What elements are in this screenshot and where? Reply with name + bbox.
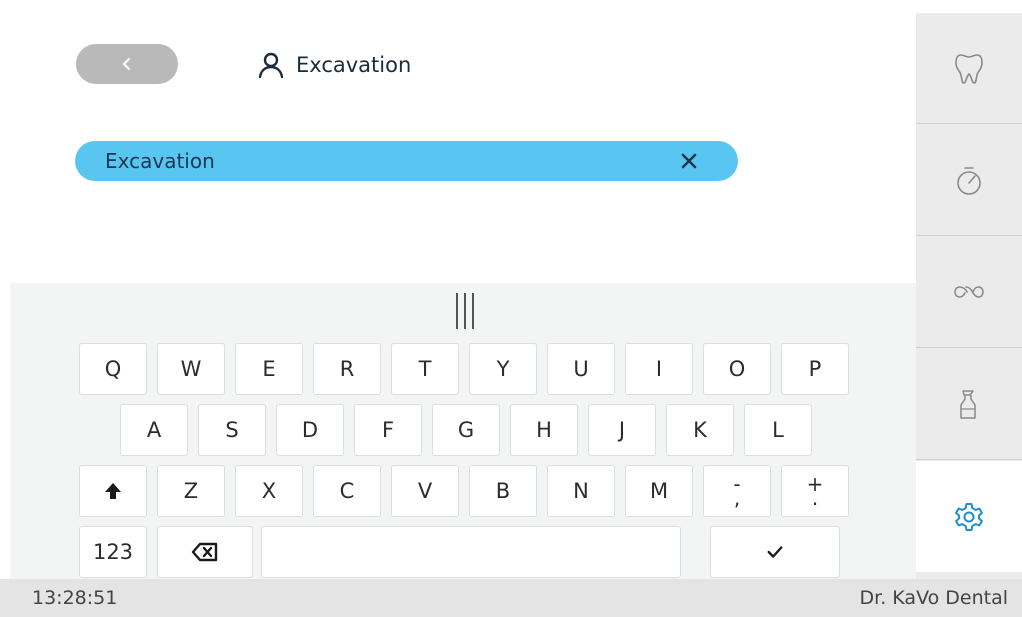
key-plus-period[interactable]: + . (781, 465, 849, 517)
clock: 13:28:51 (32, 587, 118, 609)
page-title-label: Excavation (296, 53, 412, 77)
key-hyphen-comma[interactable]: - , (703, 465, 771, 517)
key-b[interactable]: B (469, 465, 537, 517)
key-h[interactable]: H (510, 404, 578, 456)
key-period-label: . (811, 486, 819, 510)
spray-bottle-icon (960, 390, 976, 419)
backspace-icon (191, 542, 218, 562)
status-bar: 13:28:51 Dr. KaVo Dental (0, 579, 1022, 617)
shift-key[interactable] (79, 465, 147, 517)
backspace-key[interactable] (157, 526, 253, 578)
key-l[interactable]: L (744, 404, 812, 456)
key-x[interactable]: X (235, 465, 303, 517)
back-button[interactable] (76, 44, 178, 84)
sidebar-item-hygiene[interactable] (916, 349, 1022, 460)
check-icon (767, 546, 783, 558)
key-w[interactable]: W (157, 343, 225, 395)
sidebar-item-settings[interactable] (916, 461, 1022, 572)
tooth-icon (955, 54, 983, 84)
key-k[interactable]: K (666, 404, 734, 456)
key-p[interactable]: P (781, 343, 849, 395)
key-u[interactable]: U (547, 343, 615, 395)
infinity-icon (954, 286, 984, 298)
key-m[interactable]: M (625, 465, 693, 517)
search-input[interactable] (105, 149, 665, 173)
key-y[interactable]: Y (469, 343, 537, 395)
shift-arrow-icon (105, 483, 121, 499)
search-field[interactable] (75, 141, 738, 181)
key-r[interactable]: R (313, 343, 381, 395)
key-o[interactable]: O (703, 343, 771, 395)
on-screen-keyboard: Q W E R T Y U I O P A S D F G H J K L Z … (10, 283, 916, 579)
key-c[interactable]: C (313, 465, 381, 517)
key-t[interactable]: T (391, 343, 459, 395)
user-name: Dr. KaVo Dental (859, 587, 1008, 609)
user-icon (258, 52, 284, 79)
key-comma-label: , (733, 486, 741, 510)
key-a[interactable]: A (120, 404, 188, 456)
gear-icon (955, 502, 983, 531)
sidebar-item-loop[interactable] (916, 237, 1022, 348)
key-i[interactable]: I (625, 343, 693, 395)
chevron-left-icon (122, 57, 131, 71)
page-title: Excavation (256, 50, 411, 80)
key-f[interactable]: F (354, 404, 422, 456)
key-d[interactable]: D (276, 404, 344, 456)
enter-key[interactable] (710, 526, 840, 578)
space-key[interactable] (261, 526, 681, 578)
key-s[interactable]: S (198, 404, 266, 456)
key-v[interactable]: V (391, 465, 459, 517)
key-j[interactable]: J (588, 404, 656, 456)
drag-handle-icon[interactable] (450, 293, 480, 329)
sidebar-item-timer[interactable] (916, 125, 1022, 236)
key-g[interactable]: G (432, 404, 500, 456)
key-n[interactable]: N (547, 465, 615, 517)
key-e[interactable]: E (235, 343, 303, 395)
key-z[interactable]: Z (157, 465, 225, 517)
close-icon[interactable] (678, 150, 700, 172)
stopwatch-icon (957, 167, 981, 195)
sidebar-item-treatment[interactable] (916, 13, 1022, 124)
key-q[interactable]: Q (79, 343, 147, 395)
numbers-key[interactable]: 123 (79, 526, 147, 578)
sidebar (916, 13, 1022, 579)
